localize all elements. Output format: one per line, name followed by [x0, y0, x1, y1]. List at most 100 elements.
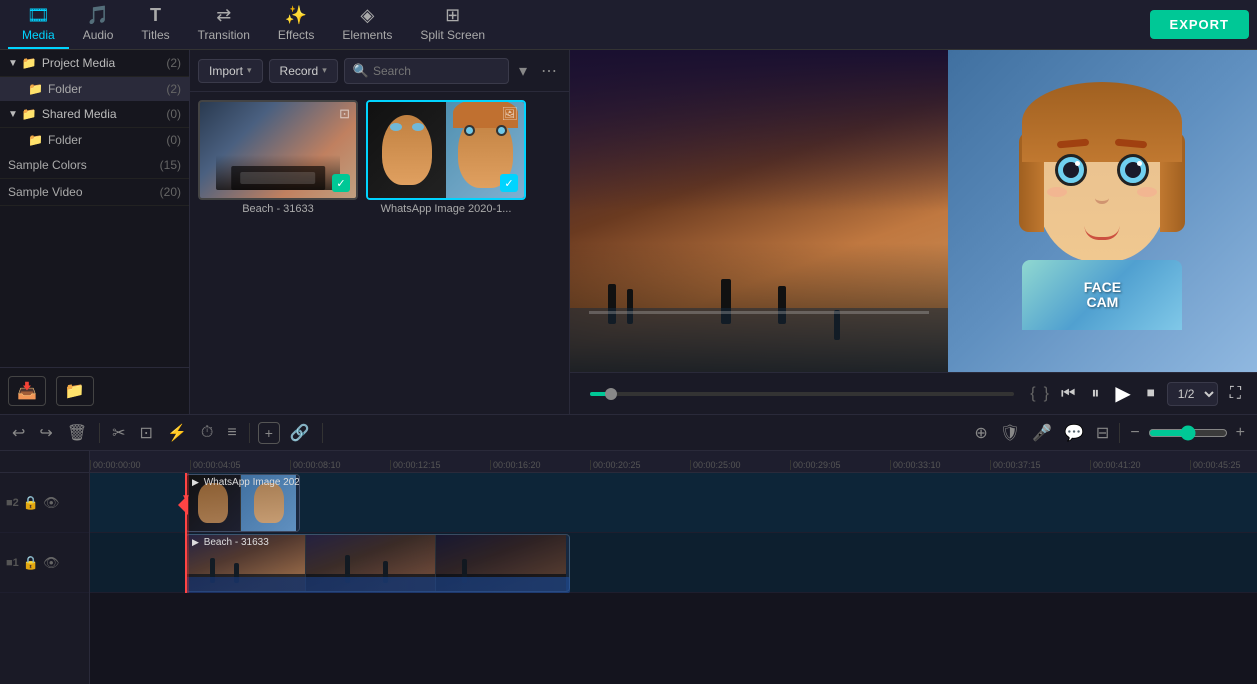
cut-button[interactable]: ✂ — [108, 421, 129, 445]
nav-item-transition[interactable]: ⇄ Transition — [184, 1, 264, 49]
link-button[interactable]: 🔗 — [286, 421, 314, 445]
project-media-header[interactable]: ▼ 📁 Project Media (2) — [0, 50, 189, 77]
import-dropdown[interactable]: Import ▾ — [198, 59, 263, 83]
sample-video-item[interactable]: Sample Video (20) — [0, 179, 189, 206]
zoom-in-button[interactable]: + — [1232, 422, 1249, 444]
add-track-button[interactable]: + — [258, 422, 280, 444]
track1-icons: 🔒 👁 — [23, 555, 60, 571]
mic-button[interactable]: 🎤 — [1028, 421, 1056, 445]
split-btn[interactable]: ⊟ — [1092, 421, 1113, 445]
audio-icon: 🎵 — [87, 5, 109, 26]
frame-selector[interactable]: 1/2 — [1167, 382, 1218, 406]
preview-panel: FACE CAM { } ⏮ ⏸ ▶ ⏹ — [570, 50, 1257, 414]
record-dropdown[interactable]: Record ▾ — [269, 59, 338, 83]
nav-item-titles[interactable]: T Titles — [127, 1, 183, 49]
track2-eye-icon[interactable]: 👁 — [43, 495, 60, 511]
media-item-whatsapp[interactable]: 🖼 ✓ WhatsApp Image 2020-1... — [366, 100, 526, 215]
nav-item-effects[interactable]: ✨ Effects — [264, 1, 328, 49]
crop-button[interactable]: ⊡ — [136, 421, 157, 445]
fullscreen-button[interactable]: ⛶ — [1226, 383, 1245, 405]
search-input[interactable] — [373, 64, 500, 78]
speed-button[interactable]: ⚡ — [163, 421, 191, 445]
titles-icon: T — [150, 5, 161, 26]
tl-separator-3 — [322, 423, 323, 443]
track1-clip-label: ▶ Beach - 31633 — [192, 537, 269, 548]
track2-icons: 🔒 👁 — [23, 495, 60, 511]
bracket-left[interactable]: { — [1030, 385, 1035, 403]
folder2-label: Folder — [48, 133, 82, 147]
sample-colors-item[interactable]: Sample Colors (15) — [0, 152, 189, 179]
record-label: Record — [280, 64, 319, 78]
shared-media-arrow: ▼ — [8, 109, 18, 120]
eq-button[interactable]: ≡ — [223, 422, 240, 444]
sidebar: ▼ 📁 Project Media (2) 📁 Folder (2) ▼ 📁 S… — [0, 50, 190, 414]
nav-item-splitscreen[interactable]: ⊞ Split Screen — [406, 1, 499, 49]
bracket-right[interactable]: } — [1044, 385, 1049, 403]
redo-button[interactable]: ↪ — [35, 421, 56, 445]
preview-video: FACE CAM — [570, 50, 1257, 372]
media-item-beach[interactable]: ⊡ ✓ Beach - 31633 — [198, 100, 358, 215]
play-button[interactable]: ▶ — [1111, 379, 1134, 408]
tl-separator-2 — [249, 423, 250, 443]
shield-button[interactable]: 🛡 — [996, 421, 1024, 445]
export-button[interactable]: EXPORT — [1150, 10, 1249, 39]
track1-label: ■1 🔒 👁 — [0, 533, 89, 593]
step-back-button[interactable]: ⏮ — [1057, 383, 1079, 405]
beach-thumb-icon: ⊡ — [339, 106, 350, 122]
stop-button[interactable]: ⏹ — [1143, 383, 1159, 405]
subtitle-button[interactable]: 💬 — [1060, 421, 1088, 445]
ruler-mark-7: 00:00:29:05 — [790, 460, 890, 470]
sidebar-folder2[interactable]: 📁 Folder (0) — [0, 128, 189, 152]
audio-track — [185, 577, 570, 593]
zoom-out-button[interactable]: − — [1126, 422, 1143, 444]
sample-video-label: Sample Video — [8, 185, 83, 199]
track1-lock-icon[interactable]: 🔒 — [23, 555, 39, 571]
timeline-content: ■2 🔒 👁 ■1 🔒 👁 — [0, 451, 1257, 684]
progress-bar[interactable] — [590, 392, 1014, 396]
timeline-tracks: 00:00:00:00 00:00:04:05 00:00:08:10 00:0… — [90, 451, 1257, 684]
ruler-mark-8: 00:00:33:10 — [890, 460, 990, 470]
zoom-slider[interactable] — [1148, 425, 1228, 441]
filter-icon[interactable]: ▾ — [515, 59, 531, 83]
transition-icon: ⇄ — [216, 5, 231, 26]
frame-back-button[interactable]: ⏸ — [1087, 383, 1103, 405]
track2-label: ■2 🔒 👁 — [0, 473, 89, 533]
shared-media-header[interactable]: ▼ 📁 Shared Media (0) — [0, 101, 189, 128]
nav-item-audio[interactable]: 🎵 Audio — [69, 1, 128, 49]
preview-controls: { } ⏮ ⏸ ▶ ⏹ 1/2 ⛶ — [570, 372, 1257, 414]
grid-icon[interactable]: ⋯ — [537, 59, 561, 83]
folder-icon-1: 📁 — [28, 82, 43, 96]
search-box[interactable]: 🔍 — [344, 58, 509, 84]
tl-separator-1 — [99, 423, 100, 443]
snap-button[interactable]: ⊕ — [970, 421, 991, 445]
beach-label: Beach - 31633 — [198, 200, 358, 215]
search-icon: 🔍 — [353, 63, 369, 79]
timeline-toolbar: ↩ ↪ 🗑 ✂ ⊡ ⚡ ⏱ ≡ + 🔗 ⊕ 🛡 🎤 💬 ⊟ − + — [0, 415, 1257, 451]
preview-background — [570, 50, 948, 372]
nav-label-splitscreen: Split Screen — [420, 28, 485, 42]
track2-lock-icon[interactable]: 🔒 — [23, 495, 39, 511]
sidebar-folder1[interactable]: 📁 Folder (2) — [0, 77, 189, 101]
folder-icon-shared: 📁 — [22, 107, 37, 121]
project-media-label: Project Media — [42, 56, 115, 70]
add-folder-button[interactable]: 📥 — [8, 376, 46, 406]
timer-button[interactable]: ⏱ — [197, 422, 217, 444]
track2-clip-label: ▶ WhatsApp Image 202 — [192, 477, 300, 488]
ruler-mark-10: 00:00:41:20 — [1090, 460, 1190, 470]
track1-eye-icon[interactable]: 👁 — [43, 555, 60, 571]
beach-check: ✓ — [332, 174, 350, 192]
nav-item-elements[interactable]: ◈ Elements — [328, 1, 406, 49]
start-marker — [185, 473, 189, 593]
ruler-mark-1: 00:00:04:05 — [190, 460, 290, 470]
nav-label-transition: Transition — [198, 28, 250, 42]
whatsapp-check: ✓ — [500, 174, 518, 192]
undo-button[interactable]: ↩ — [8, 421, 29, 445]
new-folder-button[interactable]: 📁 — [56, 376, 94, 406]
nav-label-elements: Elements — [342, 28, 392, 42]
ruler-mark-5: 00:00:20:25 — [590, 460, 690, 470]
delete-button[interactable]: 🗑 — [63, 421, 91, 445]
ruler-mark-9: 00:00:37:15 — [990, 460, 1090, 470]
ruler-mark-11: 00:00:45:25 — [1190, 460, 1257, 470]
nav-item-media[interactable]: 🎞 Media — [8, 1, 69, 49]
track2-clip[interactable]: ▶ WhatsApp Image 202 — [185, 474, 300, 532]
